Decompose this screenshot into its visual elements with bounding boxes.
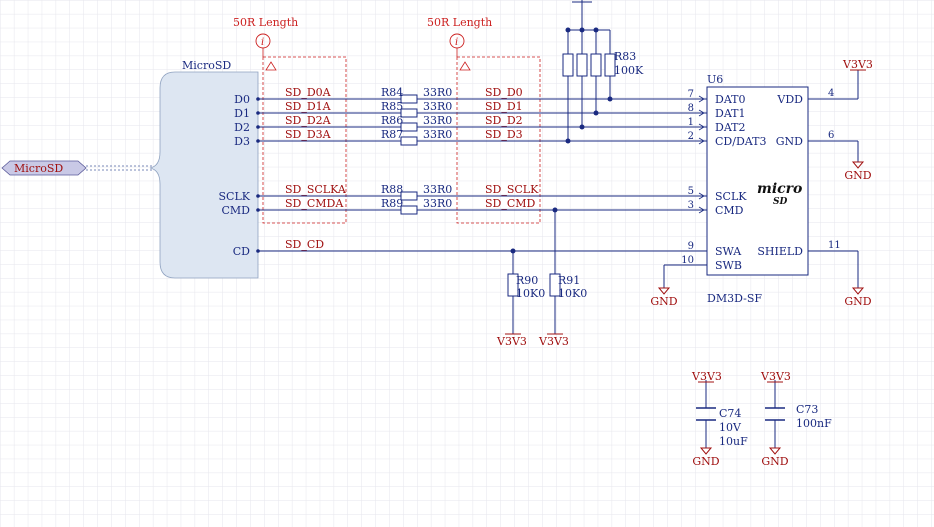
u6-pin-number: 3 — [688, 200, 694, 211]
u6-pin-number: 8 — [688, 103, 694, 114]
power-label: GND — [761, 455, 788, 468]
r83-value: 100K — [614, 64, 644, 77]
resistor-ref: R86 — [381, 114, 403, 127]
harness-label: MicroSD — [182, 59, 231, 72]
power-label: GND — [650, 295, 677, 308]
c74-voltage: 10V — [719, 421, 742, 434]
u6-part: DM3D-SF — [707, 292, 762, 305]
net-label-left: SD_CD — [285, 238, 324, 251]
power-v3v3-r90[interactable]: V3V3 — [496, 333, 527, 348]
r91-ref: R91 — [558, 274, 580, 287]
port-label: MicroSD — [14, 162, 63, 175]
c73-ref: C73 — [796, 403, 818, 416]
c74-ref: C74 — [719, 407, 741, 420]
resistor-value: 33R0 — [423, 183, 452, 196]
harness-pin-label: D1 — [234, 107, 250, 120]
u6-pin-name: CMD — [715, 204, 744, 217]
net-label-right: SD_D2 — [485, 114, 523, 127]
u6-ref: U6 — [707, 73, 723, 86]
u6-pin-number: 6 — [828, 130, 834, 141]
power-label: GND — [844, 169, 871, 182]
schematic-canvas: MicroSD MicroSD D0D1D2D3SCLKCMDCD 50R Le… — [0, 0, 934, 527]
u6-pin-name: DAT2 — [715, 121, 746, 134]
c73-value: 100nF — [796, 417, 832, 430]
u6-pin-name: DAT1 — [715, 107, 746, 120]
u6-pin-number: 9 — [688, 241, 694, 252]
svg-text:SD: SD — [773, 197, 787, 207]
power-v3v3-r91[interactable]: V3V3 — [538, 333, 569, 348]
power-label: V3V3 — [538, 335, 569, 348]
power-label: GND — [844, 295, 871, 308]
u6-pin-number: 11 — [828, 240, 841, 251]
resistor-ref: R87 — [381, 128, 403, 141]
resistor-value: 33R0 — [423, 197, 452, 210]
svg-text:micro: micro — [757, 181, 802, 197]
u6-pin-name: SWB — [715, 259, 742, 272]
power-label: V3V3 — [691, 370, 722, 383]
u6-pin-number: 7 — [688, 89, 694, 100]
net-label-left: SD_CMDA — [285, 197, 344, 210]
net-label-right: SD_CMD — [485, 197, 536, 210]
net-label-right: SD_D3 — [485, 128, 523, 141]
harness-pin-label: D0 — [234, 93, 250, 106]
power-label: V3V3 — [842, 58, 873, 71]
net-label-right: SD_D0 — [485, 86, 523, 99]
microsd-port[interactable]: MicroSD — [1, 160, 87, 176]
net-label-left: SD_D0A — [285, 86, 332, 99]
power-label: V3V3 — [496, 335, 527, 348]
resistor-value: 33R0 — [423, 86, 452, 99]
resistor-value: 33R0 — [423, 114, 452, 127]
resistor-ref: R89 — [381, 197, 403, 210]
u6-pin-name: SHIELD — [757, 245, 803, 258]
r90-ref: R90 — [516, 274, 538, 287]
harness-pin-label: CMD — [222, 204, 251, 217]
resistor-value: 33R0 — [423, 100, 452, 113]
u6-pin-number: 1 — [688, 117, 694, 128]
net-label-right: SD_SCLK — [485, 183, 539, 196]
r90-value: 10K0 — [516, 287, 545, 300]
harness-pin-label: D3 — [234, 135, 250, 148]
r83-ref: R83 — [614, 50, 636, 63]
resistor-ref: R84 — [381, 86, 403, 99]
harness-pin-label: D2 — [234, 121, 250, 134]
resistor-ref: R88 — [381, 183, 403, 196]
harness-pin-label: CD — [233, 245, 250, 258]
u6-pin-name: SWA — [715, 245, 742, 258]
r91-value: 10K0 — [558, 287, 587, 300]
power-label: V3V3 — [760, 370, 791, 383]
u6-pin-number: 2 — [688, 131, 694, 142]
net-label-left: SD_SCLKA — [285, 183, 347, 196]
resistor-value: 33R0 — [423, 128, 452, 141]
u6-pin-name: SCLK — [715, 190, 747, 203]
u6-pin-name: CD/DAT3 — [715, 135, 766, 148]
u6-pin-name: VDD — [776, 93, 803, 106]
power-label: GND — [692, 455, 719, 468]
u6-pin-name: DAT0 — [715, 93, 746, 106]
net-label-left: SD_D1A — [285, 100, 332, 113]
net-label-right: SD_D1 — [485, 100, 523, 113]
net-label-left: SD_D2A — [285, 114, 332, 127]
net-label-left: SD_D3A — [285, 128, 332, 141]
u6-pin-number: 10 — [681, 255, 694, 266]
u6-pin-number: 5 — [688, 186, 694, 197]
power-v3v3-u6[interactable]: V3V3 — [842, 58, 873, 71]
directive-label-1: 50R Length — [233, 16, 298, 29]
u6-pin-number: 4 — [828, 88, 834, 99]
c74-value: 10uF — [719, 435, 748, 448]
info-icon: i — [261, 37, 264, 48]
u6-pin-name: GND — [776, 135, 803, 148]
resistor-ref: R85 — [381, 100, 403, 113]
directive-label-2: 50R Length — [427, 16, 492, 29]
harness-pin-label: SCLK — [219, 190, 251, 203]
info-icon: i — [455, 37, 458, 48]
